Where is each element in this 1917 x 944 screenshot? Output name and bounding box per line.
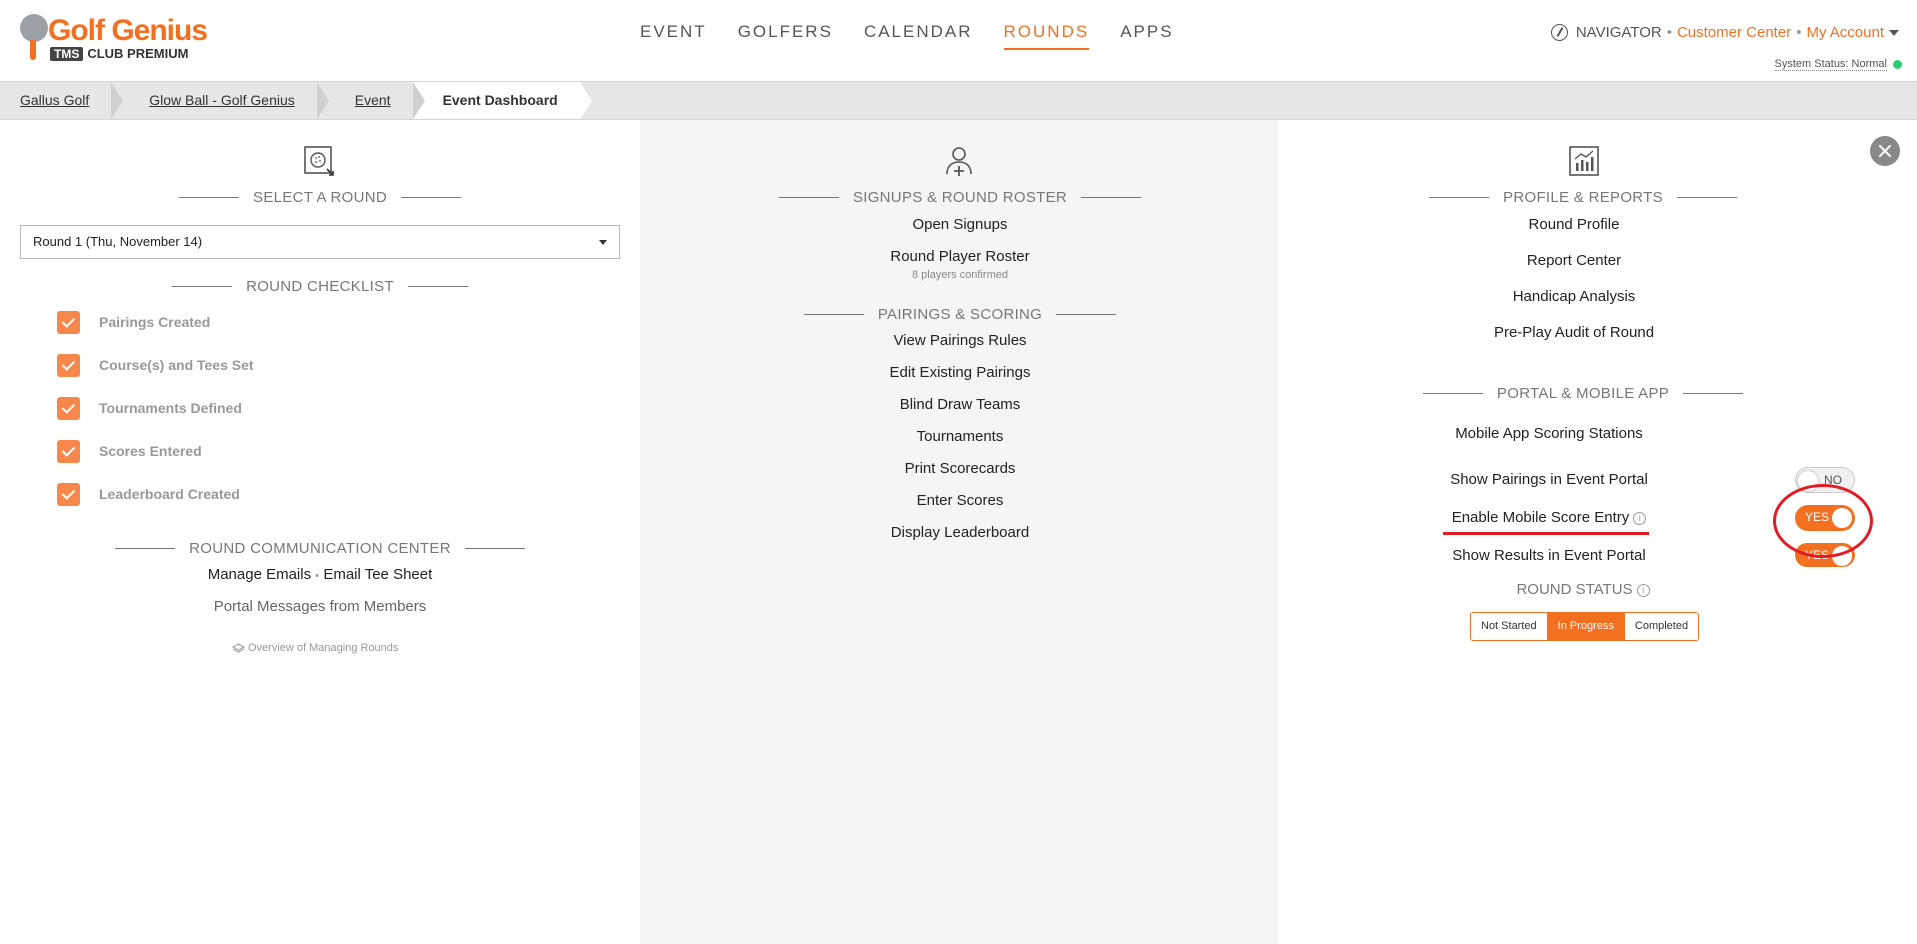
chevron-down-icon[interactable]	[1889, 29, 1899, 36]
checklist-item[interactable]: Scores Entered	[57, 439, 202, 463]
checklist-label: Tournaments Defined	[99, 400, 242, 416]
status-completed-button[interactable]: Completed	[1624, 613, 1699, 640]
breadcrumb-item[interactable]: Glow Ball - Golf Genius	[111, 82, 329, 119]
round-status-segmented-control: Not Started In Progress Completed	[1470, 612, 1700, 641]
overview-link[interactable]: Overview of Managing Rounds	[232, 642, 398, 654]
report-center-link[interactable]: Report Center	[1374, 252, 1774, 269]
annotation-underline	[1443, 532, 1649, 535]
view-pairings-rules-link[interactable]: View Pairings Rules	[760, 332, 1160, 349]
compass-icon	[1550, 24, 1568, 41]
round-checklist-header: ROUND CHECKLIST	[140, 278, 500, 295]
show-pairings-label: Show Pairings in Event Portal	[1450, 471, 1648, 488]
portal-messages-link[interactable]: Portal Messages from Members	[120, 598, 520, 615]
manage-emails-link[interactable]: Manage Emails	[208, 566, 311, 583]
checkbox-checked-icon[interactable]	[57, 310, 80, 334]
blind-draw-teams-link[interactable]: Blind Draw Teams	[760, 396, 1160, 413]
overview-label: Overview of Managing Rounds	[248, 642, 399, 654]
nav-event[interactable]: EVENT	[640, 22, 707, 50]
checklist-label: Course(s) and Tees Set	[99, 357, 254, 373]
round-profile-link[interactable]: Round Profile	[1374, 216, 1774, 233]
navigator-link[interactable]: NAVIGATOR	[1576, 24, 1662, 41]
separator-dot: •	[315, 570, 320, 582]
tier-label: CLUB PREMIUM	[87, 46, 189, 61]
tms-badge: TMS	[50, 47, 84, 61]
round-select-value: Round 1 (Thu, November 14)	[33, 234, 203, 249]
enable-mobile-score-entry-row: Enable Mobile Score Entry i	[1349, 509, 1749, 526]
signups-header: SIGNUPS & ROUND ROSTER	[760, 189, 1160, 206]
golf-genius-logo[interactable]: Golf Genius TMS CLUB PREMIUM	[18, 12, 218, 67]
email-tee-sheet-link[interactable]: Email Tee Sheet	[323, 566, 432, 583]
status-not-started-button[interactable]: Not Started	[1471, 613, 1548, 640]
checkbox-checked-icon[interactable]	[57, 396, 80, 420]
checklist-item[interactable]: Pairings Created	[57, 310, 210, 334]
add-user-icon	[946, 147, 972, 176]
golf-ball-icon	[20, 14, 48, 42]
logo-title: Golf Genius	[48, 14, 208, 47]
print-scorecards-link[interactable]: Print Scorecards	[760, 460, 1160, 477]
separator-dot: •	[1666, 24, 1672, 41]
checkbox-checked-icon[interactable]	[57, 482, 80, 506]
portal-mobile-header: PORTAL & MOBILE APP	[1383, 385, 1783, 402]
status-ok-icon	[1893, 60, 1902, 69]
main-nav: EVENT GOLFERS CALENDAR ROUNDS APPS	[640, 22, 1205, 50]
checkbox-checked-icon[interactable]	[57, 353, 80, 377]
golf-ball-target-icon	[304, 146, 334, 176]
breadcrumb: Gallus Golf Glow Ball - Golf Genius Even…	[0, 81, 1917, 120]
checklist-item[interactable]: Leaderboard Created	[57, 482, 240, 506]
players-confirmed-text: 8 players confirmed	[912, 269, 1008, 281]
handicap-analysis-link[interactable]: Handicap Analysis	[1374, 288, 1774, 305]
close-button[interactable]	[1870, 136, 1900, 166]
customer-center-link[interactable]: Customer Center	[1677, 24, 1791, 41]
display-leaderboard-link[interactable]: Display Leaderboard	[760, 524, 1160, 541]
checklist-item[interactable]: Tournaments Defined	[57, 396, 242, 420]
top-right-menu: NAVIGATOR • Customer Center • My Account	[1550, 24, 1899, 41]
round-status-label: ROUND STATUS i	[1383, 581, 1783, 598]
enable-mobile-score-label: Enable Mobile Score Entry	[1451, 509, 1630, 526]
annotation-circle	[1773, 484, 1873, 558]
status-in-progress-button[interactable]: In Progress	[1547, 613, 1625, 640]
breadcrumb-item[interactable]: Event	[317, 82, 425, 119]
checklist-item[interactable]: Course(s) and Tees Set	[57, 353, 254, 377]
communication-center-header: ROUND COMMUNICATION CENTER	[100, 540, 540, 557]
logo-subtitle: TMS CLUB PREMIUM	[50, 46, 188, 61]
round-player-roster-link[interactable]: Round Player Roster	[760, 248, 1160, 265]
info-icon[interactable]: i	[1636, 583, 1650, 597]
checklist-label: Scores Entered	[99, 443, 202, 459]
show-results-label: Show Results in Event Portal	[1452, 547, 1646, 564]
pre-play-audit-link[interactable]: Pre-Play Audit of Round	[1374, 324, 1774, 341]
chart-report-icon	[1569, 146, 1599, 176]
round-select[interactable]: Round 1 (Thu, November 14)	[20, 225, 620, 259]
nav-golfers[interactable]: GOLFERS	[738, 22, 833, 50]
my-account-link[interactable]: My Account	[1806, 24, 1884, 41]
communication-links: Manage Emails • Email Tee Sheet	[120, 566, 520, 583]
checklist-label: Pairings Created	[99, 314, 211, 330]
nav-rounds[interactable]: ROUNDS	[1003, 22, 1090, 50]
select-round-header: SELECT A ROUND	[140, 189, 500, 206]
dropdown-caret-icon	[599, 240, 607, 245]
tee-icon	[30, 40, 36, 60]
nav-calendar[interactable]: CALENDAR	[864, 22, 973, 50]
edit-existing-pairings-link[interactable]: Edit Existing Pairings	[760, 364, 1160, 381]
system-status[interactable]: System Status: Normal	[1774, 58, 1902, 71]
layers-icon	[232, 643, 245, 653]
profile-reports-header: PROFILE & REPORTS	[1383, 189, 1783, 206]
checkbox-checked-icon[interactable]	[57, 439, 80, 463]
breadcrumb-current: Event Dashboard	[412, 82, 592, 119]
enter-scores-link[interactable]: Enter Scores	[760, 492, 1160, 509]
pairings-scoring-header: PAIRINGS & SCORING	[760, 306, 1160, 323]
open-signups-link[interactable]: Open Signups	[760, 216, 1160, 233]
header: Golf Genius TMS CLUB PREMIUM EVENT GOLFER…	[0, 0, 1917, 81]
mobile-scoring-stations-link[interactable]: Mobile App Scoring Stations	[1349, 425, 1749, 442]
info-icon[interactable]: i	[1633, 511, 1647, 525]
separator-dot: •	[1796, 24, 1802, 41]
system-status-text: System Status: Normal	[1774, 58, 1887, 71]
tournaments-link[interactable]: Tournaments	[760, 428, 1160, 445]
breadcrumb-item[interactable]: Gallus Golf	[0, 82, 124, 119]
checklist-label: Leaderboard Created	[99, 486, 240, 502]
nav-apps[interactable]: APPS	[1120, 22, 1173, 50]
